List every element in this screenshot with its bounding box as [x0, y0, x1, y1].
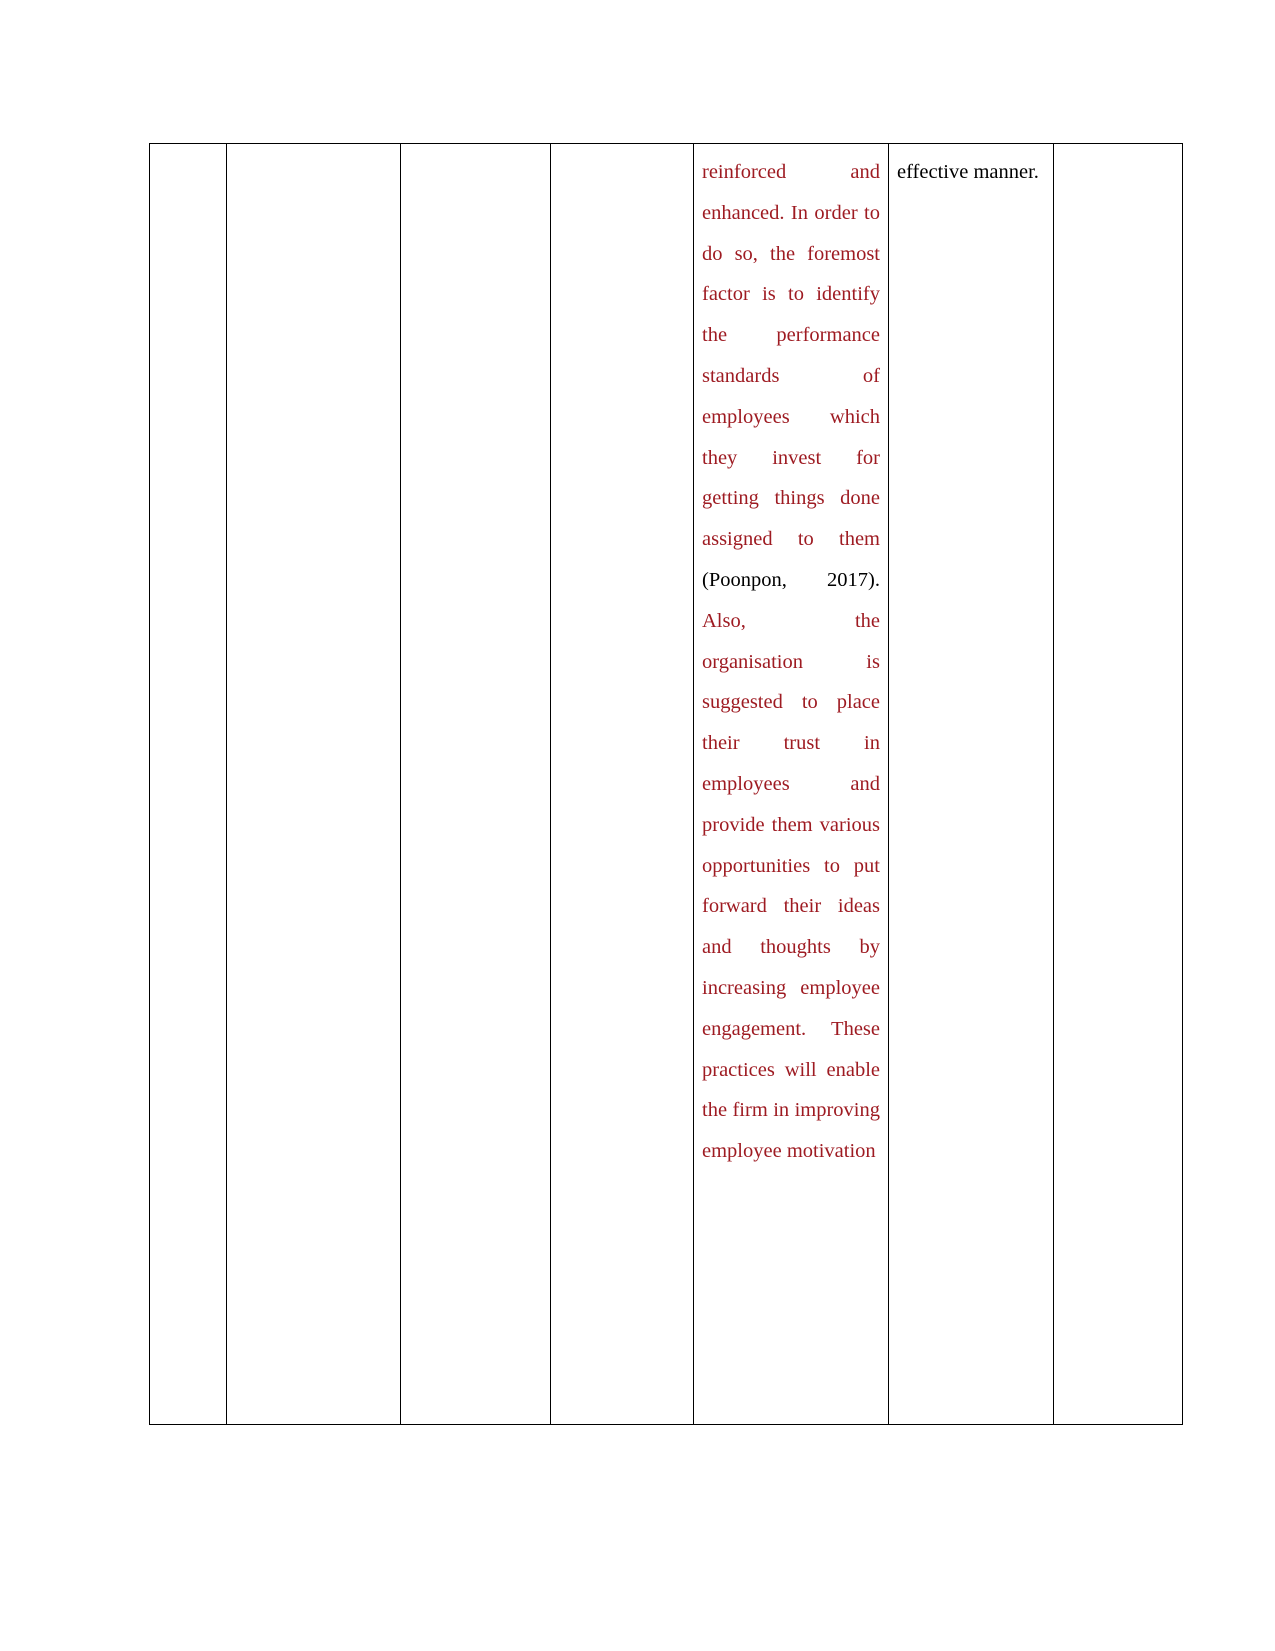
recommendation-paragraph: reinforced and enhanced. In order to do …	[702, 152, 880, 1172]
table-cell-column-7	[1053, 143, 1183, 1425]
cell-content-column-2	[227, 144, 400, 1424]
cell-content-column-3	[401, 144, 550, 1424]
cell-content-column-1	[150, 144, 226, 1424]
table-cell-column-4	[550, 143, 694, 1425]
recommendation-text-part-2: Also, the organisation is suggested to p…	[702, 609, 880, 1163]
table-row: reinforced and enhanced. In order to do …	[149, 143, 1183, 1425]
table-cell-column-3	[400, 143, 551, 1425]
recommendation-text-part-1: reinforced and enhanced. In order to do …	[702, 161, 880, 551]
cell-content-column-7	[1054, 144, 1182, 1424]
cell-content-column-6: effective manner.	[889, 144, 1053, 1424]
table-cell-recommendation-text: reinforced and enhanced. In order to do …	[693, 143, 889, 1425]
recommendations-table: reinforced and enhanced. In order to do …	[149, 143, 1183, 1425]
table-cell-column-1	[149, 143, 227, 1425]
cell-content-column-5: reinforced and enhanced. In order to do …	[694, 144, 888, 1424]
table-cell-outcome-text: effective manner.	[888, 143, 1054, 1425]
table-cell-column-2	[226, 143, 401, 1425]
cell-content-column-4	[551, 144, 693, 1424]
document-page: reinforced and enhanced. In order to do …	[0, 0, 1275, 1651]
citation-poonpon-2017: (Poonpon, 2017).	[702, 568, 880, 591]
outcome-paragraph: effective manner.	[897, 161, 1039, 183]
